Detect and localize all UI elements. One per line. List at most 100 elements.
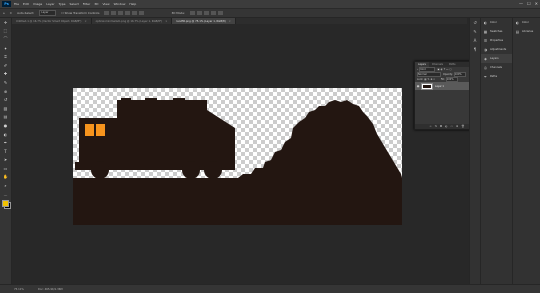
panel-button-properties[interactable]: ☰ Properties: [481, 36, 513, 45]
hand-icon[interactable]: ✋: [0, 173, 11, 182]
panel-button-color[interactable]: ◐ Color: [481, 18, 513, 27]
align-center-icon[interactable]: [111, 10, 117, 15]
fill-field[interactable]: 100%: [445, 76, 458, 83]
type-icon[interactable]: T: [0, 147, 11, 156]
blend-mode-select[interactable]: Normal: [417, 71, 441, 78]
dodge-icon[interactable]: ◐: [0, 130, 11, 139]
tab-paths[interactable]: Paths: [446, 62, 459, 67]
shape-icon[interactable]: ▭: [0, 164, 11, 173]
character-icon[interactable]: A: [470, 36, 480, 45]
layers-icon: ◈: [484, 56, 487, 61]
align-top-icon[interactable]: [125, 10, 131, 15]
panel-column-secondary: ◐ Color ▤ Libraries: [512, 18, 540, 284]
panel-button-layers[interactable]: ◈ Layers: [481, 54, 513, 63]
marquee-icon[interactable]: ⬚: [0, 27, 11, 36]
libraries-icon: ▤: [515, 29, 520, 34]
menu-image[interactable]: Image: [33, 2, 42, 6]
align-buttons: [104, 10, 146, 16]
quick-select-icon[interactable]: ✦: [0, 44, 11, 53]
minimize-icon[interactable]: —: [519, 1, 523, 6]
new-layer-icon[interactable]: ⊞: [456, 125, 458, 128]
ground-silhouette: [73, 178, 402, 225]
auto-select-label[interactable]: Auto-Select:: [17, 11, 34, 15]
align-middle-icon[interactable]: [132, 10, 138, 15]
move-tool-icon[interactable]: ✛: [10, 11, 12, 15]
fx-icon[interactable]: fx: [435, 125, 437, 128]
panel-button-channels[interactable]: ◎ Channels: [481, 63, 513, 72]
healing-icon[interactable]: ✚: [0, 70, 11, 79]
brush-settings-icon[interactable]: ✎: [470, 27, 480, 36]
fill-label: Fill:: [440, 78, 445, 81]
document-canvas[interactable]: [73, 88, 402, 225]
3d-roll-icon[interactable]: [196, 10, 202, 15]
adjustment-layer-icon[interactable]: ◐: [445, 125, 447, 128]
menu-filter[interactable]: Filter: [83, 2, 90, 6]
close-icon[interactable]: ×: [84, 20, 86, 23]
pen-icon[interactable]: ✒: [0, 138, 11, 147]
foreground-color-swatch[interactable]: [2, 200, 9, 208]
panel-button-adjustments[interactable]: ◑ Adjustments: [481, 45, 513, 54]
delete-layer-icon[interactable]: 🗑: [461, 125, 464, 128]
paragraph-icon[interactable]: ¶: [470, 45, 480, 54]
add-mask-icon[interactable]: ◘: [440, 125, 442, 128]
align-bottom-icon[interactable]: [139, 10, 145, 15]
panel-list-secondary: ◐ Color ▤ Libraries: [513, 18, 540, 36]
3d-pan-icon[interactable]: [203, 10, 209, 15]
filter-icons[interactable]: ▣◐T▭▢: [437, 68, 452, 71]
menu-window[interactable]: Window: [114, 2, 126, 6]
home-icon[interactable]: ⌂: [3, 11, 5, 15]
align-right-icon[interactable]: [118, 10, 124, 15]
lock-icons[interactable]: ▦✎✥⌑: [424, 78, 436, 81]
group-icon[interactable]: ▭: [451, 125, 453, 128]
link-layers-icon[interactable]: ∞: [430, 125, 432, 128]
gradient-icon[interactable]: ▤: [0, 113, 11, 122]
3d-scale-icon[interactable]: [217, 10, 223, 15]
panel-icon-strip: ↺ ✎ A ¶: [469, 18, 480, 284]
panel-button-paths[interactable]: ✒ Paths: [481, 72, 513, 81]
panel-button-label: Swatches: [490, 30, 503, 33]
history-icon[interactable]: ↺: [470, 18, 480, 27]
menu-3d[interactable]: 3D: [94, 2, 98, 6]
menu-help[interactable]: Help: [129, 2, 136, 6]
blur-icon[interactable]: ●: [0, 121, 11, 130]
maximize-icon[interactable]: ☐: [527, 1, 531, 6]
stamp-icon[interactable]: ⊕: [0, 87, 11, 96]
menu-file[interactable]: File: [14, 2, 19, 6]
menu-type[interactable]: Type: [59, 2, 66, 6]
path-select-icon[interactable]: ➤: [0, 156, 11, 165]
close-icon[interactable]: ✕: [535, 1, 538, 6]
lasso-icon[interactable]: ⌒: [0, 35, 11, 44]
zoom-icon[interactable]: ⌕: [0, 181, 11, 190]
auto-select-dropdown[interactable]: Layer: [39, 10, 57, 16]
truck-window-left: [85, 124, 94, 136]
zoom-level[interactable]: 75.11%: [14, 288, 24, 291]
eraser-icon[interactable]: ▧: [0, 104, 11, 113]
tab-label: optical-minimalism.png @ 16.7% (Layer 1,…: [95, 19, 163, 23]
layer-name[interactable]: Layer 1: [435, 85, 444, 88]
photoshop-logo: Ps: [2, 1, 11, 7]
panel-button-color[interactable]: ◐ Color: [513, 18, 540, 27]
close-icon[interactable]: ×: [229, 20, 231, 23]
panel-button-label: Layers: [490, 57, 499, 60]
panel-button-label: Channels: [490, 66, 502, 69]
menu-edit[interactable]: Edit: [23, 2, 29, 6]
close-icon[interactable]: ×: [165, 20, 167, 23]
menu-select[interactable]: Select: [70, 2, 79, 6]
align-left-icon[interactable]: [104, 10, 110, 15]
panel-button-libraries[interactable]: ▤ Libraries: [513, 27, 540, 36]
more-icon[interactable]: …: [0, 190, 11, 199]
brush-icon[interactable]: ✎: [0, 78, 11, 87]
eyedropper-icon[interactable]: ✐: [0, 61, 11, 70]
3d-slide-icon[interactable]: [210, 10, 216, 15]
move-icon[interactable]: ✛: [0, 18, 11, 27]
history-brush-icon[interactable]: ↺: [0, 95, 11, 104]
menu-layer[interactable]: Layer: [46, 2, 54, 6]
show-transform-checkbox[interactable]: ☐ Show Transform Controls: [61, 11, 99, 15]
panel-button-swatches[interactable]: ▦ Swatches: [481, 27, 513, 36]
menu-bar: Ps File Edit Image Layer Type Select Fil…: [0, 0, 540, 9]
3d-rotate-icon[interactable]: [189, 10, 195, 15]
menu-view[interactable]: View: [102, 2, 109, 6]
crop-icon[interactable]: ⌗: [0, 52, 11, 61]
adjustments-icon: ◑: [483, 47, 488, 52]
color-swatches[interactable]: [0, 198, 11, 210]
